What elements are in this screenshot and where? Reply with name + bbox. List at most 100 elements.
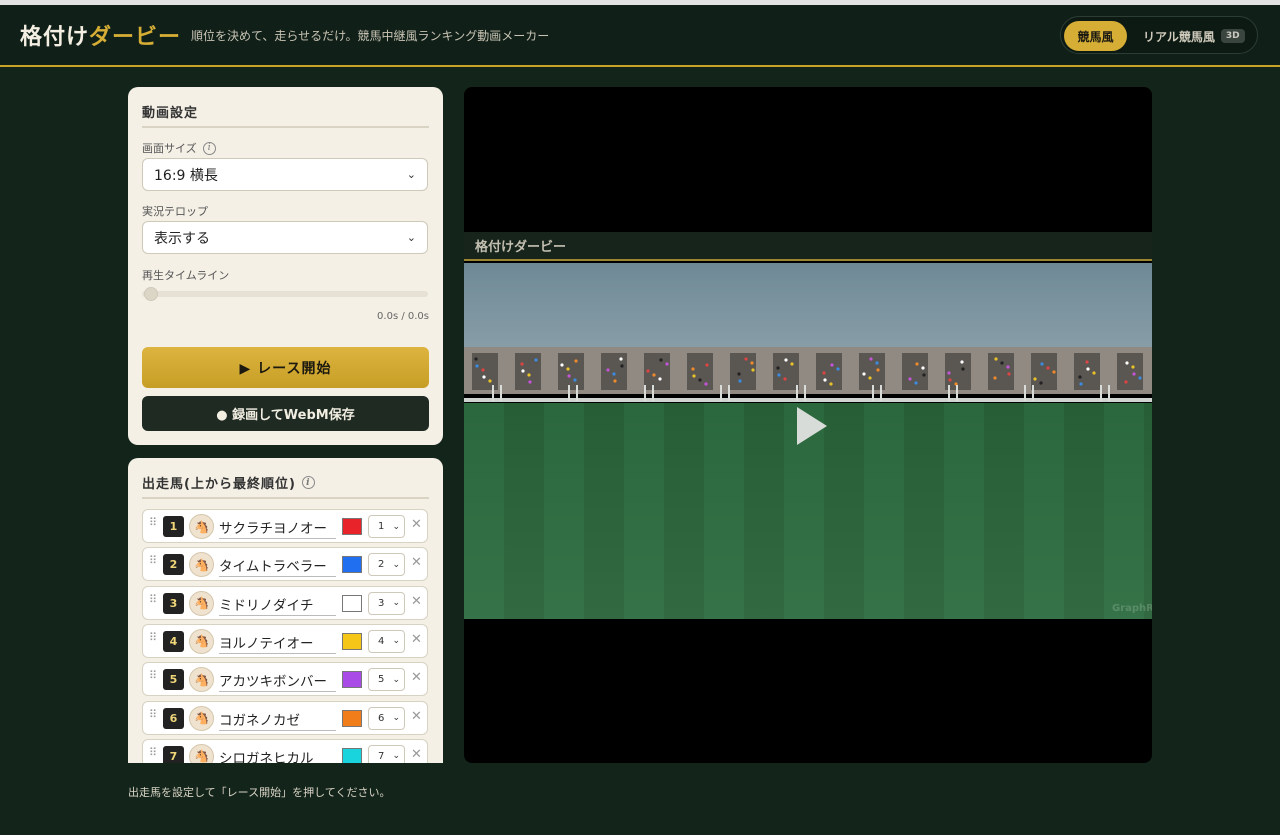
- horse-rank-select[interactable]: 4 ⌄: [368, 629, 405, 653]
- horse-avatar-icon[interactable]: 🐴: [189, 743, 214, 763]
- rail-post: [568, 385, 570, 401]
- rail-post: [1108, 385, 1110, 401]
- crowd-dot: [790, 362, 794, 366]
- horse-number: 6: [163, 707, 184, 729]
- horse-rank-select[interactable]: 3 ⌄: [368, 591, 405, 615]
- crowd-dot: [993, 376, 997, 380]
- footer-note: 出走馬を設定して「レース開始」を押してください。: [128, 786, 391, 799]
- horse-avatar-icon[interactable]: 🐴: [189, 667, 214, 693]
- horse-rank-select[interactable]: 7 ⌄: [368, 744, 405, 763]
- crowd-dot: [961, 367, 965, 371]
- horse-name-input[interactable]: サクラチヨノオー: [219, 517, 336, 539]
- brand-logo: 格付けダービー: [20, 19, 181, 51]
- horse-color-picker[interactable]: [342, 671, 362, 689]
- horse-color-picker[interactable]: [342, 594, 362, 612]
- timeline-slider-track[interactable]: [142, 291, 428, 297]
- rail-post: [1024, 385, 1026, 401]
- mode-real-keiba-button[interactable]: リアル競馬風 3D: [1143, 21, 1245, 51]
- horse-row[interactable]: ⠿ 6 🐴 コガネノカゼ 6 ⌄ ✕: [142, 700, 428, 735]
- crowd-dot: [1040, 362, 1044, 366]
- horse-row[interactable]: ⠿ 5 🐴 アカツキボンバー 5 ⌄ ✕: [142, 662, 428, 697]
- horse-name-input[interactable]: アカツキボンバー: [219, 670, 336, 693]
- remove-horse-icon[interactable]: ✕: [411, 555, 422, 570]
- crowd-dot: [1078, 375, 1082, 379]
- horse-name-input[interactable]: ヨルノテイオー: [219, 632, 336, 654]
- remove-horse-icon[interactable]: ✕: [411, 517, 422, 532]
- remove-horse-icon[interactable]: ✕: [411, 632, 422, 647]
- horse-avatar-icon[interactable]: 🐴: [189, 514, 214, 539]
- drag-handle-icon[interactable]: ⠿: [149, 631, 157, 644]
- horse-row[interactable]: ⠿ 4 🐴 ヨルノテイオー 4 ⌄ ✕: [142, 623, 428, 658]
- drag-handle-icon[interactable]: ⠿: [149, 554, 157, 567]
- timeline-slider-thumb[interactable]: [144, 287, 158, 301]
- race-stage[interactable]: 格付けダービー GraphRe: [464, 87, 1152, 763]
- telop-select[interactable]: 表示する ⌄: [142, 221, 428, 254]
- horse-name-input[interactable]: ミドリノダイチ: [219, 594, 336, 616]
- drag-handle-icon[interactable]: ⠿: [149, 593, 157, 606]
- drag-handle-icon[interactable]: ⠿: [149, 669, 157, 682]
- crowd-dot: [612, 372, 616, 376]
- settings-divider: [142, 126, 429, 128]
- crowd-dot: [777, 373, 781, 377]
- chevron-down-icon: ⌄: [392, 751, 400, 762]
- horse-name-input[interactable]: シロガネヒカル: [219, 747, 336, 763]
- horse-color-picker[interactable]: [342, 709, 362, 727]
- crowd-dot: [1000, 361, 1004, 365]
- crowd-dot: [1046, 366, 1050, 370]
- remove-horse-icon[interactable]: ✕: [411, 670, 422, 685]
- crowd-dot: [750, 361, 754, 365]
- crowd-dot: [620, 364, 624, 368]
- crowd-dot: [875, 361, 879, 365]
- rail-post: [956, 385, 958, 401]
- brand-main: 格付け: [20, 25, 90, 50]
- horse-color-picker[interactable]: [342, 747, 362, 763]
- horse-avatar-icon[interactable]: 🐴: [189, 552, 214, 578]
- horse-avatar-icon[interactable]: 🐴: [189, 590, 214, 616]
- rail-post: [1100, 385, 1102, 401]
- crowd-dot: [1086, 367, 1090, 371]
- horse-name-input[interactable]: コガネノカゼ: [219, 709, 336, 731]
- drag-handle-icon[interactable]: ⠿: [149, 746, 157, 759]
- mode-keiba-button[interactable]: 競馬風: [1064, 21, 1127, 51]
- app-header: 格付けダービー 順位を決めて、走らせるだけ。競馬中継風ランキング動画メーカー 競…: [0, 5, 1280, 67]
- horse-row[interactable]: ⠿ 3 🐴 ミドリノダイチ 3 ⌄ ✕: [142, 585, 428, 620]
- crowd-dot: [613, 379, 617, 383]
- horse-color-picker[interactable]: [342, 632, 362, 650]
- horse-rank-value: 2: [378, 559, 385, 571]
- rail-post: [500, 385, 502, 401]
- start-race-button[interactable]: ▶ レース開始: [142, 347, 429, 388]
- info-icon[interactable]: i: [202, 141, 216, 155]
- rail-post: [872, 385, 874, 401]
- horse-avatar-icon[interactable]: 🐴: [189, 628, 214, 654]
- horse-color-picker[interactable]: [342, 518, 362, 535]
- remove-horse-icon[interactable]: ✕: [411, 594, 422, 609]
- horse-name-input[interactable]: タイムトラベラー: [219, 555, 336, 578]
- crowd-dot: [573, 378, 577, 382]
- crowd-dot: [738, 379, 742, 383]
- horse-row[interactable]: ⠿ 2 🐴 タイムトラベラー 2 ⌄ ✕: [142, 547, 428, 582]
- chevron-down-icon: ⌄: [406, 231, 416, 244]
- horse-rank-select[interactable]: 5 ⌄: [368, 668, 405, 692]
- horse-avatar-icon[interactable]: 🐴: [189, 705, 214, 731]
- screen-size-select[interactable]: 16:9 横長 ⌄: [142, 158, 428, 191]
- drag-handle-icon[interactable]: ⠿: [149, 708, 157, 721]
- play-icon[interactable]: [797, 407, 827, 445]
- chevron-down-icon: ⌄: [392, 598, 400, 609]
- crowd-dot: [876, 368, 880, 372]
- horse-row[interactable]: ⠿ 1 🐴 サクラチヨノオー 1 ⌄ ✕: [142, 509, 428, 543]
- remove-horse-icon[interactable]: ✕: [411, 747, 422, 762]
- horse-rank-select[interactable]: 6 ⌄: [368, 706, 405, 730]
- remove-horse-icon[interactable]: ✕: [411, 709, 422, 724]
- info-icon[interactable]: i: [301, 476, 315, 489]
- horse-row[interactable]: ⠿ 7 🐴 シロガネヒカル 7 ⌄ ✕: [142, 738, 428, 763]
- mode-toggle: 競馬風 リアル競馬風 3D: [1060, 16, 1258, 54]
- horse-rank-select[interactable]: 1 ⌄: [368, 515, 405, 538]
- rail-post: [492, 385, 494, 401]
- drag-handle-icon[interactable]: ⠿: [149, 516, 157, 529]
- telop-value: 表示する: [154, 230, 210, 247]
- horse-color-picker[interactable]: [342, 556, 362, 574]
- horses-title-text: 出走馬(上から最終順位): [142, 477, 296, 492]
- crowd-dot: [521, 369, 525, 373]
- record-webm-button[interactable]: ● 録画してWebM保存: [142, 396, 429, 431]
- horse-rank-select[interactable]: 2 ⌄: [368, 553, 405, 577]
